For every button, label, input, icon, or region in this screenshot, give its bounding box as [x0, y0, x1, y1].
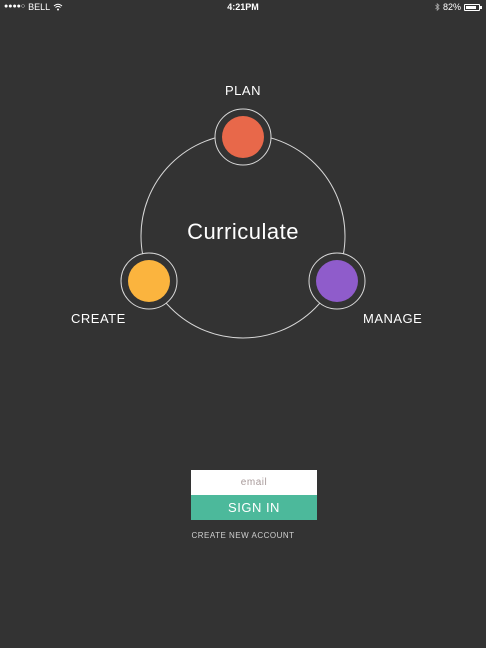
- create-account-link[interactable]: CREATE NEW ACCOUNT: [0, 531, 486, 540]
- create-node[interactable]: [120, 252, 178, 310]
- plan-node-dot: [222, 116, 264, 158]
- sign-in-button[interactable]: SIGN IN: [191, 495, 317, 520]
- create-label[interactable]: CREATE: [71, 311, 126, 326]
- plan-node[interactable]: [214, 108, 272, 166]
- manage-node[interactable]: [308, 252, 366, 310]
- create-node-dot: [128, 260, 170, 302]
- plan-label[interactable]: PLAN: [225, 83, 261, 98]
- app-title: Curriculate: [187, 219, 299, 244]
- manage-node-dot: [316, 260, 358, 302]
- email-input[interactable]: [191, 470, 317, 495]
- manage-label[interactable]: MANAGE: [363, 311, 422, 326]
